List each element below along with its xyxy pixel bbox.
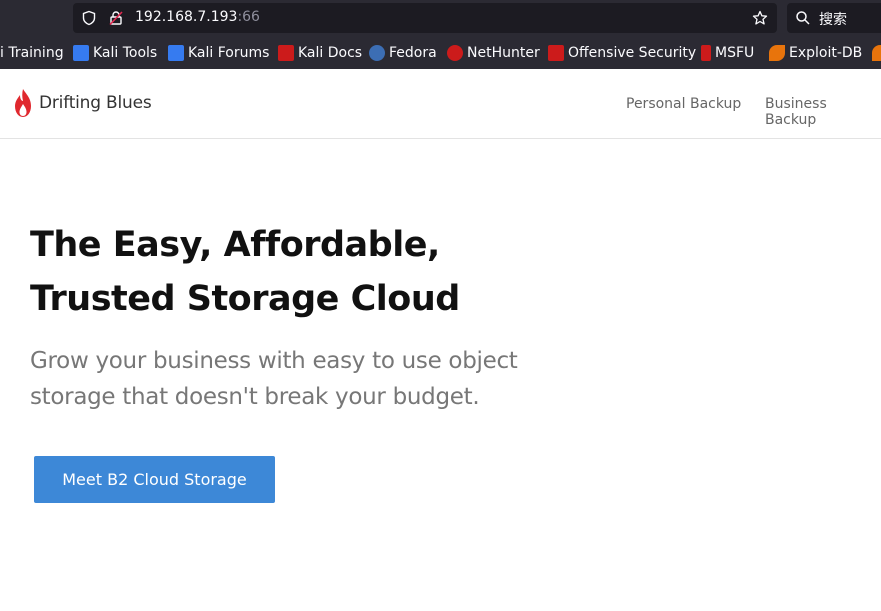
bookmark-nethunter[interactable]: NetHunter [447, 44, 540, 62]
address-bar[interactable]: 192.168.7.193:66 [73, 3, 777, 33]
bookmark-offsec-training[interactable]: i Training [0, 44, 64, 62]
bookmark-msfu[interactable]: MSFU [698, 44, 754, 62]
bookmark-kali-forums[interactable]: Kali Forums [168, 44, 269, 62]
nav-business-backup[interactable]: Business Backup [765, 96, 881, 128]
bookmarks-bar: i Training Kali Tools Kali Forums Kali D… [0, 37, 881, 69]
bookmark-label: Exploit-DB [789, 45, 863, 61]
kali-docs-icon [278, 45, 294, 61]
bookmark-label: Offensive Security [568, 45, 697, 61]
insecure-lock-icon[interactable] [108, 10, 124, 26]
bookmark-label: Kali Tools [93, 45, 158, 61]
brand-name: Drifting Blues [39, 93, 152, 113]
bookmark-label: i Training [0, 45, 64, 61]
bookmark-overflow-icon [872, 45, 881, 61]
shield-icon[interactable] [81, 10, 97, 26]
search-icon [796, 11, 810, 25]
exploit-db-icon [769, 45, 785, 61]
hero-title-line-1: The Easy, Affordable, [30, 225, 440, 265]
nethunter-icon [447, 45, 463, 61]
search-box[interactable]: 搜索 [787, 3, 881, 33]
bookmark-label: NetHunter [467, 45, 540, 61]
bookmark-exploit-db[interactable]: Exploit-DB [769, 44, 862, 62]
url-text[interactable]: 192.168.7.193:66 [135, 9, 260, 25]
offensive-security-icon [548, 45, 564, 61]
browser-toolbar: 192.168.7.193:66 搜索 [0, 0, 881, 37]
bookmark-kali-tools[interactable]: Kali Tools [73, 44, 157, 62]
nav-personal-backup[interactable]: Personal Backup [626, 96, 741, 112]
bookmark-label: Kali Docs [298, 45, 363, 61]
hero-title-line-2: Trusted Storage Cloud [30, 279, 460, 319]
url-host: 192.168.7.193 [135, 9, 238, 25]
url-port: :66 [237, 9, 260, 25]
hero-subtitle-line-2: storage that doesn't break your budget. [30, 384, 480, 410]
bookmark-overflow[interactable] [872, 44, 881, 62]
msfu-icon [701, 45, 711, 61]
flame-logo-icon [15, 89, 31, 117]
search-placeholder: 搜索 [819, 12, 847, 28]
bookmark-label: Kali Forums [188, 45, 270, 61]
meet-b2-cloud-storage-button[interactable]: Meet B2 Cloud Storage [34, 456, 275, 503]
bookmark-label: Fedora [389, 45, 437, 61]
hero-title: The Easy, Affordable, Trusted Storage Cl… [30, 218, 590, 326]
site-logo[interactable]: Drifting Blues [13, 88, 152, 118]
fedora-icon [369, 45, 385, 61]
bookmark-label: MSFU [715, 45, 755, 61]
bookmark-offensive-security[interactable]: Offensive Security [548, 44, 696, 62]
hero-subtitle-line-1: Grow your business with easy to use obje… [30, 348, 518, 374]
hero-subtitle: Grow your business with easy to use obje… [30, 343, 550, 415]
star-bookmark-icon[interactable] [752, 10, 768, 26]
bookmark-kali-docs[interactable]: Kali Docs [278, 44, 362, 62]
bookmark-fedora[interactable]: Fedora [369, 44, 437, 62]
kali-forums-icon [168, 45, 184, 61]
kali-tools-icon [73, 45, 89, 61]
site-header: Drifting Blues Personal Backup Business … [0, 69, 881, 139]
